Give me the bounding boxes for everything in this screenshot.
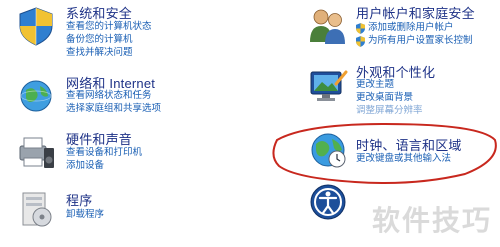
ease-of-access-icon[interactable] [306,180,350,224]
category-programs[interactable]: 程序 卸载程序 [0,182,240,234]
watermark: 软件技巧 [371,204,492,237]
category-title[interactable]: 系统和安全 [66,3,132,22]
category-link[interactable]: 卸载程序 [66,209,104,221]
category-link[interactable]: 查看设备和打印机 [66,147,142,159]
category-title[interactable]: 用户帐户和家庭安全 [356,3,475,22]
category-title[interactable]: 时钟、语言和区域 [356,135,462,154]
hardware-sound-icon[interactable] [14,130,58,174]
programs-icon[interactable] [14,187,58,231]
user-accounts-icon[interactable] [306,4,350,48]
category-title[interactable]: 程序 [66,190,92,209]
category-link[interactable]: 调整屏幕分辨率 [356,105,423,117]
category-link[interactable]: 更改桌面背景 [356,92,413,104]
category-link[interactable]: 查找并解决问题 [66,47,133,59]
clock-region-icon[interactable] [306,128,350,172]
category-link[interactable]: 添加或删除用户帐户 [368,22,454,34]
category-user-accounts[interactable]: 用户帐户和家庭安全 添加或删除用户帐户 为所有用户设置家长控制 [300,0,500,58]
category-clock-language-region[interactable]: 时钟、语言和区域 更改键盘或其他输入法 [300,126,500,172]
category-appearance[interactable]: 外观和个性化 更改主题 更改桌面背景 调整屏幕分辨率 [300,60,500,122]
uac-shield-icon [356,36,365,47]
category-system-security[interactable]: 系统和安全 查看您的计算机状态 备份您的计算机 查找并解决问题 [0,0,240,64]
category-link[interactable]: 选择家庭组和共享选项 [66,103,161,115]
system-security-icon[interactable] [14,4,58,48]
category-link[interactable]: 更改键盘或其他输入法 [356,153,451,165]
category-title[interactable]: 硬件和声音 [66,129,132,148]
category-link[interactable]: 备份您的计算机 [66,34,133,46]
category-link[interactable]: 为所有用户设置家长控制 [368,35,473,47]
category-network-internet[interactable]: 网络和 Internet 查看网络状态和任务 选择家庭组和共享选项 [0,68,240,120]
category-hardware-sound[interactable]: 硬件和声音 查看设备和打印机 添加设备 [0,126,240,178]
network-icon[interactable] [14,74,58,118]
category-link[interactable]: 查看网络状态和任务 [66,90,152,102]
uac-shield-icon [356,23,365,34]
category-link[interactable]: 查看您的计算机状态 [66,21,152,33]
category-link[interactable]: 添加设备 [66,160,104,172]
category-link[interactable]: 更改主题 [356,79,394,91]
appearance-icon[interactable] [306,64,350,108]
